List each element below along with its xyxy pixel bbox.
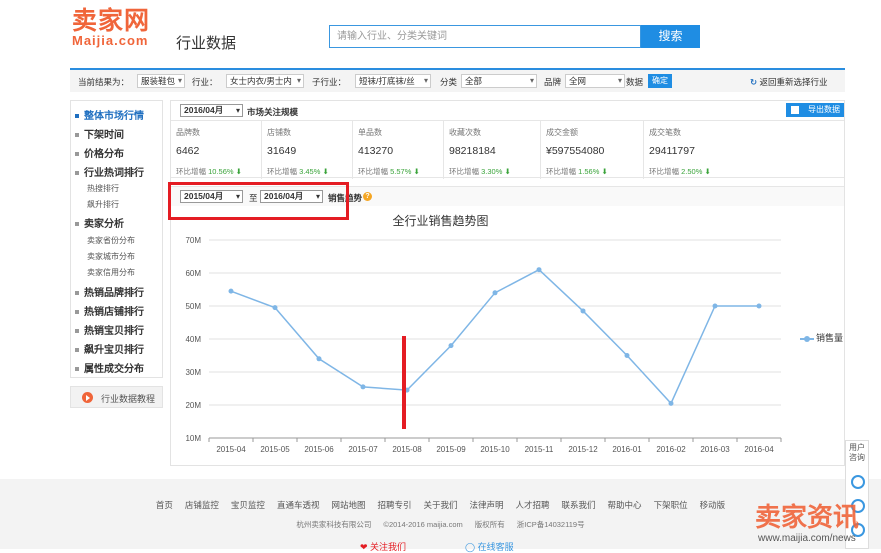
footer-link[interactable]: 下架职位 [654,500,688,510]
x-tick-label: 2015-12 [568,445,598,454]
copyright-text: ©2014-2016 maijia.com [383,520,463,529]
legend-label: 销售量 [816,333,844,343]
x-tick-label: 2015-09 [436,445,466,454]
online-service-link[interactable]: ◯ 在线客服 [465,540,514,553]
data-point [228,288,234,294]
footer-link[interactable]: 移动版 [700,500,726,510]
data-point [316,356,322,362]
y-tick-label: 70M [185,236,201,245]
data-point [756,303,762,309]
data-point [624,353,630,358]
bottom-links: ❤ 关注我们 ◯ 在线客服 [360,540,514,553]
copyright-text: 版权所有 [474,520,505,529]
y-tick-label: 10M [185,434,201,443]
data-point [712,303,718,309]
x-tick-label: 2016-02 [656,445,686,454]
footer: 首页 店铺监控 宝贝监控 直通车透视 网站地图 招聘专引 关于我们 法律声明 人才招聘 联系我们 帮… [0,479,881,549]
footer-link[interactable]: 招聘专引 [377,500,411,510]
data-point [668,400,674,406]
footer-link[interactable]: 直通车透视 [277,500,320,510]
y-tick-label: 20M [185,401,201,410]
service-label: 用户咨询 [849,443,865,462]
highlight-box [168,182,349,220]
footer-link[interactable]: 法律声明 [470,500,504,510]
series-line [230,268,759,405]
footer-link[interactable]: 人才招聘 [516,500,550,510]
watermark-logo: 卖家资讯 [755,502,860,532]
copyright-text: 杭州卖家科技有限公司 [296,520,372,529]
highlight-marker [402,336,406,429]
x-tick-label: 2016-03 [700,445,730,454]
footer-link[interactable]: 关于我们 [423,500,457,510]
x-tick-label: 2015-07 [348,445,378,454]
follow-us-link[interactable]: ❤ 关注我们 [360,542,406,552]
footer-link[interactable]: 首页 [156,500,173,510]
footer-link[interactable]: 宝贝监控 [231,500,265,510]
x-tick-label: 2015-06 [304,445,334,454]
y-tick-label: 50M [185,302,201,311]
x-tick-label: 2015-04 [216,445,246,454]
footer-link[interactable]: 网站地图 [331,500,365,510]
y-tick-label: 30M [185,368,201,377]
footer-link[interactable]: 店铺监控 [185,500,219,510]
data-point [536,267,542,273]
x-tick-label: 2015-10 [480,445,510,454]
footer-link[interactable]: 联系我们 [562,500,596,510]
x-tick-label: 2015-05 [260,445,290,454]
footer-nav: 首页 店铺监控 宝贝监控 直通车透视 网站地图 招聘专引 关于我们 法律声明 人才招聘 联系我们 帮… [0,499,881,511]
chart-legend[interactable]: 销售量 [800,331,843,344]
data-point [360,384,366,390]
data-point [492,290,498,296]
x-tick-label: 2016-04 [744,445,774,454]
y-tick-label: 60M [185,269,201,278]
watermark-url: www.maijia.com/news [758,533,856,544]
data-point [448,343,454,349]
x-tick-label: 2015-08 [392,445,422,454]
sales-trend-chart: 10M 20M 30M 40M 50M 60M 70M 2015-04 2015-05 2015-… [185,236,782,454]
y-tick-label: 40M [185,335,201,344]
legend-line-icon [800,335,814,342]
copyright-text: 浙ICP备14032119号 [516,520,585,529]
data-point [580,308,586,314]
footer-link[interactable]: 帮助中心 [608,500,642,510]
x-tick-label: 2016-01 [612,445,642,454]
qq-icon[interactable] [851,475,865,489]
footer-copyright: 杭州卖家科技有限公司 ©2014-2016 maijia.com 版权所有 浙ICP备… [0,519,881,530]
data-point [272,305,278,311]
x-tick-label: 2015-11 [525,445,554,454]
